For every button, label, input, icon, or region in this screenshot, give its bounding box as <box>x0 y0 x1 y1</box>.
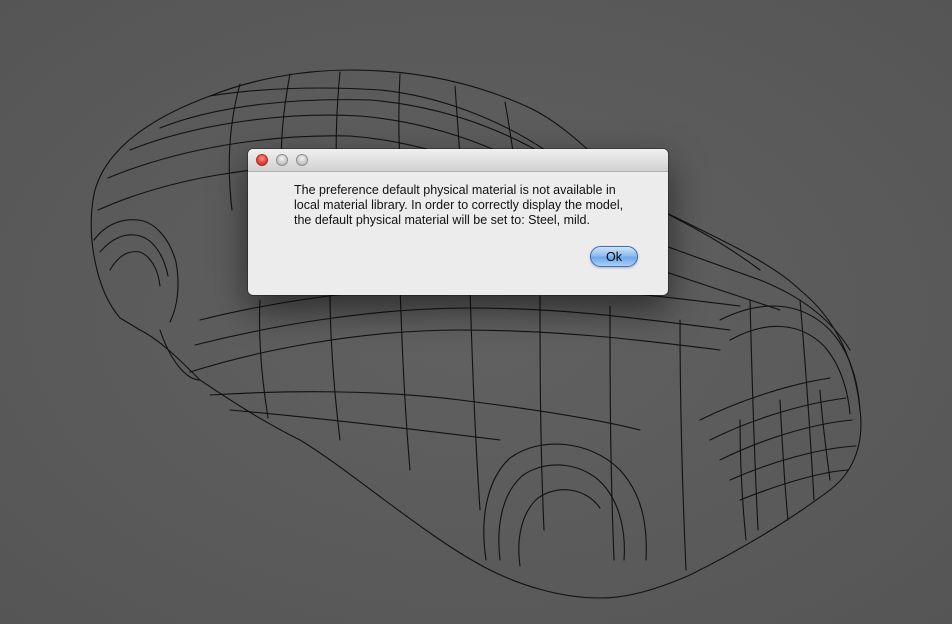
zoom-icon[interactable] <box>296 154 308 166</box>
modeling-viewport[interactable] <box>0 0 952 624</box>
alert-dialog: The preference default physical material… <box>248 149 668 295</box>
close-icon[interactable] <box>256 154 268 166</box>
dialog-titlebar[interactable] <box>248 149 668 172</box>
ok-button[interactable]: Ok <box>590 246 638 267</box>
minimize-icon[interactable] <box>276 154 288 166</box>
message-line: The preference default physical material… <box>294 183 616 197</box>
dialog-message: The preference default physical material… <box>294 183 654 228</box>
car-wireframe-model <box>90 69 862 599</box>
message-line: local material library. In order to corr… <box>294 198 624 212</box>
message-line: the default physical material will be se… <box>294 213 590 227</box>
